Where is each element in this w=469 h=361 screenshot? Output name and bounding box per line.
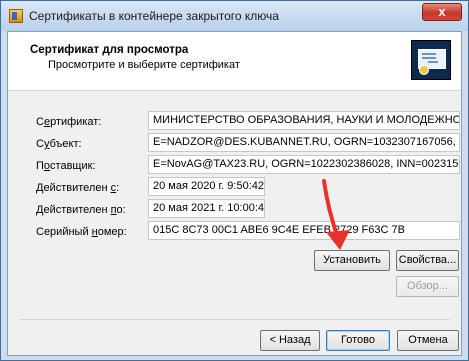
- cancel-button[interactable]: Отмена: [397, 330, 459, 351]
- certificate-icon: [9, 9, 23, 23]
- field-issuer: Поставщик: E=NovAG@TAX23.RU, OGRN=102230…: [8, 155, 461, 177]
- certificate-header-icon: [411, 40, 451, 80]
- header-title: Сертификат для просмотра: [30, 44, 189, 56]
- footer-separator: [20, 319, 450, 320]
- field-serial-number-value[interactable]: 015C 8C73 00C1 ABE6 9C4E EFEB 2729 F63C …: [148, 221, 460, 240]
- window-title: Сертификаты в контейнере закрытого ключа: [29, 9, 279, 23]
- field-serial-number: Серийный номер: 015C 8C73 00C1 ABE6 9C4E…: [8, 221, 461, 243]
- field-valid-from-label: Действителен с:: [36, 182, 120, 194]
- field-serial-number-label: Серийный номер:: [36, 226, 127, 238]
- dialog-window: Сертификаты в контейнере закрытого ключа…: [0, 0, 469, 361]
- field-valid-from-value[interactable]: 20 мая 2020 г. 9:50:42: [148, 177, 265, 196]
- field-certificate-label: Сертификат:: [36, 116, 102, 128]
- field-subject-value[interactable]: E=NADZOR@DES.KUBANNET.RU, OGRN=103230716…: [148, 133, 460, 152]
- field-valid-from: Действителен с: 20 мая 2020 г. 9:50:42: [8, 177, 461, 199]
- install-button[interactable]: Установить: [314, 250, 390, 271]
- header-subtitle: Просмотрите и выберите сертификат: [48, 59, 240, 71]
- properties-button[interactable]: Свойства...: [396, 250, 459, 271]
- field-issuer-value[interactable]: E=NovAG@TAX23.RU, OGRN=1022302386028, IN…: [148, 155, 460, 174]
- wizard-header: Сертификат для просмотра Просмотрите и в…: [8, 32, 461, 91]
- back-button[interactable]: < Назад: [260, 330, 320, 351]
- field-valid-to-label: Действителен по:: [36, 204, 126, 216]
- field-subject-label: Субъект:: [36, 138, 82, 150]
- close-button[interactable]: x: [422, 3, 462, 21]
- field-certificate: Сертификат: МИНИСТЕРСТВО ОБРАЗОВАНИЯ, НА…: [8, 111, 461, 133]
- finish-button[interactable]: Готово: [326, 330, 390, 351]
- field-subject: Субъект: E=NADZOR@DES.KUBANNET.RU, OGRN=…: [8, 133, 461, 155]
- title-bar[interactable]: Сертификаты в контейнере закрытого ключа…: [1, 1, 468, 31]
- field-issuer-label: Поставщик:: [36, 160, 96, 172]
- field-valid-to-value[interactable]: 20 мая 2021 г. 10:00:42: [148, 199, 265, 218]
- browse-button[interactable]: Обзор...: [396, 276, 459, 297]
- dialog-client: Сертификат для просмотра Просмотрите и в…: [7, 31, 462, 356]
- field-valid-to: Действителен по: 20 мая 2021 г. 10:00:42: [8, 199, 461, 221]
- field-certificate-value[interactable]: МИНИСТЕРСТВО ОБРАЗОВАНИЯ, НАУКИ И МОЛОДЕ…: [148, 111, 460, 130]
